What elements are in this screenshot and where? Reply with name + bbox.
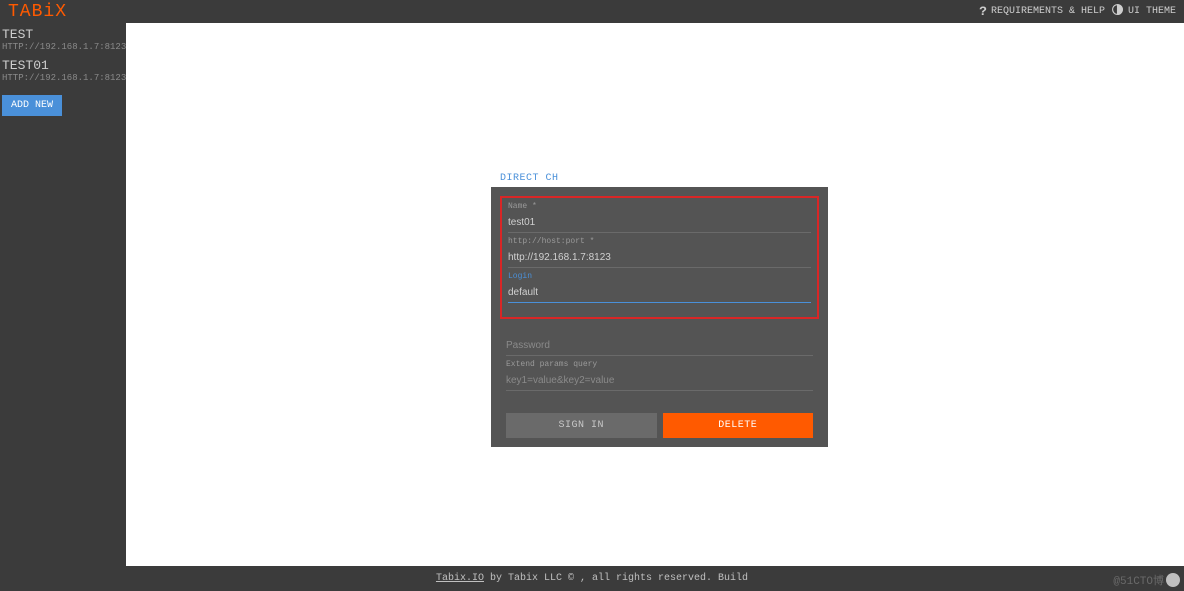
extend-label: Extend params query <box>506 360 813 369</box>
connection-name: TEST <box>2 27 124 42</box>
main-content: DIRECT CH Name * http://host:port * Logi… <box>126 23 1184 566</box>
connection-url: HTTP://192.168.1.7:8123 <box>2 42 124 52</box>
theme-icon <box>1111 3 1124 20</box>
connection-item[interactable]: TEST HTTP://192.168.1.7:8123 <box>2 27 124 52</box>
top-header: TABiX ? REQUIREMENTS & HELP UI THEME <box>0 0 1184 23</box>
password-field-wrapper <box>506 325 813 356</box>
footer: Tabix.IO by Tabix LLC © , all rights res… <box>0 566 1184 591</box>
footer-link[interactable]: Tabix.IO <box>436 573 484 584</box>
button-row: SIGN IN DELETE <box>506 413 813 438</box>
host-field-wrapper: http://host:port * <box>508 237 811 268</box>
theme-label: UI THEME <box>1128 6 1176 17</box>
add-new-button[interactable]: ADD NEW <box>2 95 62 116</box>
outer-fields: Extend params query SIGN IN DELETE <box>500 325 819 438</box>
extend-field-wrapper: Extend params query <box>506 360 813 391</box>
header-right: ? REQUIREMENTS & HELP UI THEME <box>979 3 1176 20</box>
host-input[interactable] <box>508 252 811 263</box>
ui-theme-link[interactable]: UI THEME <box>1111 3 1176 20</box>
password-input[interactable] <box>506 340 813 351</box>
login-input[interactable] <box>508 287 811 298</box>
connection-url: HTTP://192.168.1.7:8123 <box>2 73 124 83</box>
name-field-wrapper: Name * <box>508 202 811 233</box>
requirements-label: REQUIREMENTS & HELP <box>991 6 1105 17</box>
sidebar: TEST HTTP://192.168.1.7:8123 TEST01 HTTP… <box>0 23 126 566</box>
extend-input[interactable] <box>506 375 813 386</box>
connection-name: TEST01 <box>2 58 124 73</box>
tab-bar: DIRECT CH <box>500 167 559 185</box>
highlight-box: Name * http://host:port * Login <box>500 196 819 319</box>
host-label: http://host:port * <box>508 237 811 246</box>
login-field-wrapper: Login <box>508 272 811 303</box>
name-input[interactable] <box>508 217 811 228</box>
login-card: Name * http://host:port * Login Extend p… <box>491 187 828 447</box>
login-label: Login <box>508 272 811 281</box>
delete-button[interactable]: DELETE <box>663 413 814 438</box>
footer-text: Tabix.IO by Tabix LLC © , all rights res… <box>436 573 748 584</box>
requirements-help-link[interactable]: ? REQUIREMENTS & HELP <box>979 4 1105 19</box>
github-icon <box>1166 573 1180 587</box>
name-label: Name * <box>508 202 811 211</box>
app-logo: TABiX <box>8 2 67 22</box>
help-icon: ? <box>979 4 987 19</box>
tab-direct-ch[interactable]: DIRECT CH <box>500 173 559 184</box>
connection-item[interactable]: TEST01 HTTP://192.168.1.7:8123 <box>2 58 124 83</box>
watermark-text: @51CTO博 <box>1113 572 1164 588</box>
footer-rest: by Tabix LLC © , all rights reserved. Bu… <box>484 573 748 584</box>
sign-in-button[interactable]: SIGN IN <box>506 413 657 438</box>
watermark: @51CTO博 <box>1113 572 1180 588</box>
